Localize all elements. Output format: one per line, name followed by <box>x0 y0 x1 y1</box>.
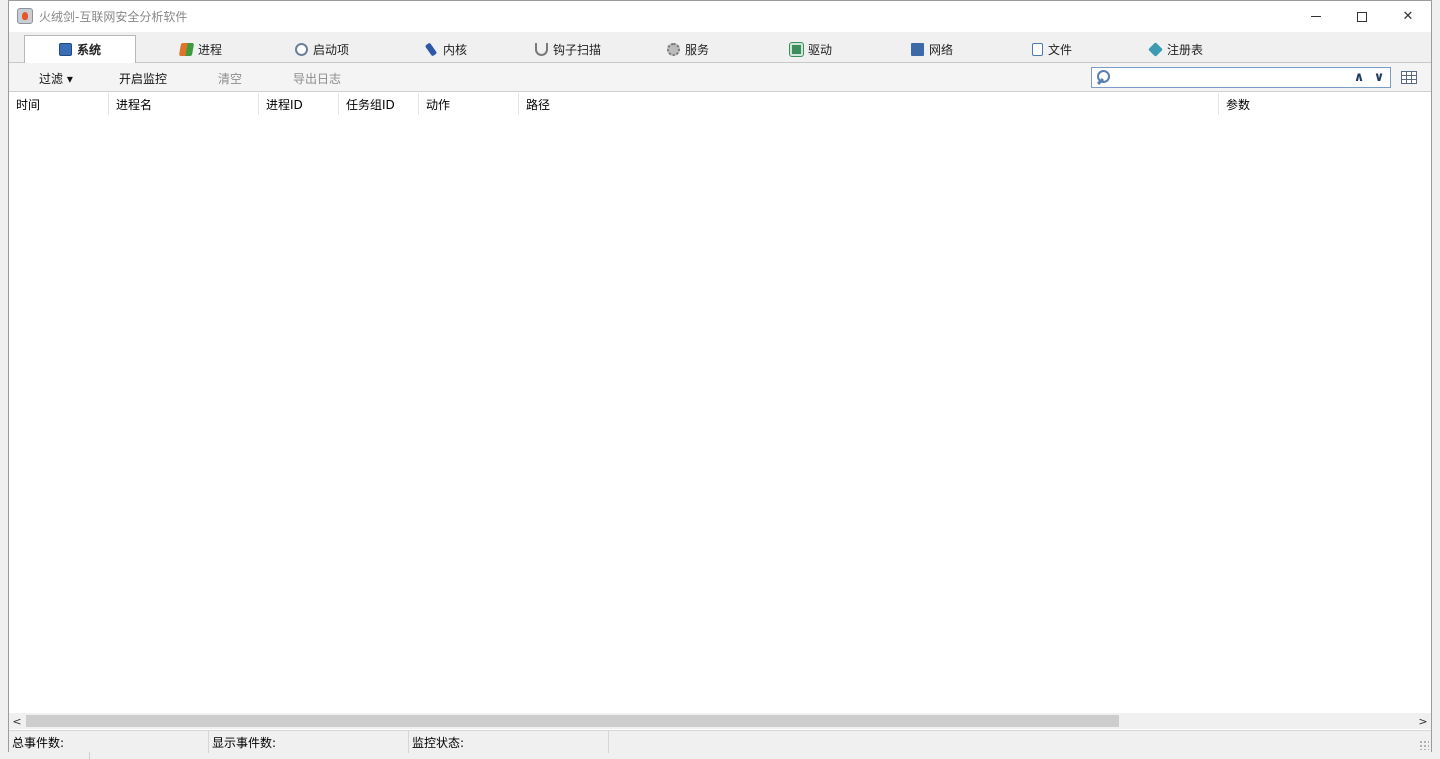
status-total-events: 总事件数: <box>9 731 209 753</box>
column-header-params[interactable]: 参数 <box>1219 93 1431 115</box>
window-title: 火绒剑-互联网安全分析软件 <box>39 10 188 24</box>
search-next-button[interactable]: ∨ <box>1370 69 1388 86</box>
service-gear-icon <box>667 42 680 56</box>
tab-label: 网络 <box>929 42 954 57</box>
search-previous-button[interactable]: ∧ <box>1350 69 1368 86</box>
tab-system[interactable]: 系统 <box>24 35 136 64</box>
column-header-path[interactable]: 路径 <box>519 93 1219 115</box>
column-header-process-name[interactable]: 进程名 <box>109 93 259 115</box>
minimize-button[interactable] <box>1293 1 1339 32</box>
monitor-icon <box>58 43 72 56</box>
tab-label: 内核 <box>443 42 468 57</box>
file-icon <box>1032 42 1043 56</box>
app-logo-icon <box>17 8 33 24</box>
column-header-label: 时间 <box>16 97 41 112</box>
tab-label: 驱动 <box>808 42 833 57</box>
minimize-icon <box>1311 16 1321 17</box>
column-header-label: 进程ID <box>266 97 303 112</box>
clear-button[interactable]: 清空 <box>218 70 242 87</box>
column-header-label: 动作 <box>426 97 451 112</box>
chip-icon <box>789 41 804 57</box>
tab-services[interactable]: 服务 <box>657 35 719 63</box>
tab-drivers[interactable]: 驱动 <box>780 35 842 63</box>
start-monitor-button[interactable]: 开启监控 <box>119 70 167 87</box>
close-button[interactable]: ✕ <box>1385 1 1431 32</box>
tab-network[interactable]: 网络 <box>901 35 963 63</box>
column-header-label: 路径 <box>526 97 551 112</box>
close-icon: ✕ <box>1402 9 1414 24</box>
scroll-right-button[interactable]: > <box>1415 713 1431 729</box>
status-bar: 总事件数: 显示事件数: 监控状态: <box>9 730 1431 753</box>
column-header-process-id[interactable]: 进程ID <box>259 93 339 115</box>
status-monitor-state: 监控状态: <box>409 731 609 753</box>
tab-label: 进程 <box>198 42 223 57</box>
wrench-icon <box>424 41 438 57</box>
tab-files[interactable]: 文件 <box>1022 35 1082 63</box>
filter-dropdown[interactable]: 过滤 ▾ <box>39 70 73 87</box>
resize-grip-icon[interactable] <box>1419 740 1429 750</box>
search-input[interactable] <box>1114 69 1344 86</box>
column-header-action[interactable]: 动作 <box>419 93 519 115</box>
registry-icon <box>1148 41 1163 57</box>
search-icon <box>1095 70 1111 86</box>
column-header-label: 任务组ID <box>346 97 395 112</box>
column-settings-icon[interactable] <box>1401 71 1417 84</box>
gear-eye-icon <box>295 42 308 56</box>
tab-label: 钩子扫描 <box>553 42 602 57</box>
toolbar: 过滤 ▾ 开启监控 清空 导出日志 ∧ ∨ <box>9 63 1431 92</box>
maximize-button[interactable] <box>1339 1 1385 32</box>
tab-label: 系统 <box>76 43 101 57</box>
column-header-label: 进程名 <box>116 97 153 112</box>
tab-label: 服务 <box>685 42 710 57</box>
status-shown-events: 显示事件数: <box>209 731 409 753</box>
table-header: 时间 进程名 进程ID 任务组ID 动作 路径 参数 <box>9 93 1431 115</box>
tab-kernel[interactable]: 内核 <box>414 35 477 63</box>
tab-label: 启动项 <box>313 42 350 57</box>
maximize-icon <box>1357 11 1367 22</box>
tab-hook-scan[interactable]: 钩子扫描 <box>525 35 611 63</box>
column-header-label: 参数 <box>1226 97 1251 112</box>
main-window: 火绒剑-互联网安全分析软件 ✕ 系统 进程 启动项 内核 钩子扫描 服务 驱动 … <box>8 0 1432 753</box>
network-icon <box>911 42 924 56</box>
background-window-edge <box>14 752 90 759</box>
title-bar[interactable]: 火绒剑-互联网安全分析软件 ✕ <box>9 1 1431 32</box>
scroll-left-button[interactable]: < <box>9 713 25 729</box>
tab-registry[interactable]: 注册表 <box>1139 35 1213 63</box>
tab-label: 注册表 <box>1167 42 1204 57</box>
search-box: ∧ ∨ <box>1091 67 1391 88</box>
event-list[interactable] <box>9 115 1431 713</box>
scrollbar-thumb[interactable] <box>26 715 1119 727</box>
column-header-task-group-id[interactable]: 任务组ID <box>339 93 419 115</box>
tab-process[interactable]: 进程 <box>170 35 232 63</box>
main-tabs: 系统 进程 启动项 内核 钩子扫描 服务 驱动 网络 文件 注册表 <box>9 32 1431 64</box>
horizontal-scrollbar[interactable]: < > <box>9 713 1431 729</box>
tab-label: 文件 <box>1048 42 1073 57</box>
export-log-button[interactable]: 导出日志 <box>293 70 341 87</box>
desktop-background <box>1432 0 1440 759</box>
tab-startup[interactable]: 启动项 <box>285 35 359 63</box>
column-header-time[interactable]: 时间 <box>9 93 109 115</box>
hook-icon <box>535 42 548 56</box>
windows-flag-icon <box>178 42 195 56</box>
